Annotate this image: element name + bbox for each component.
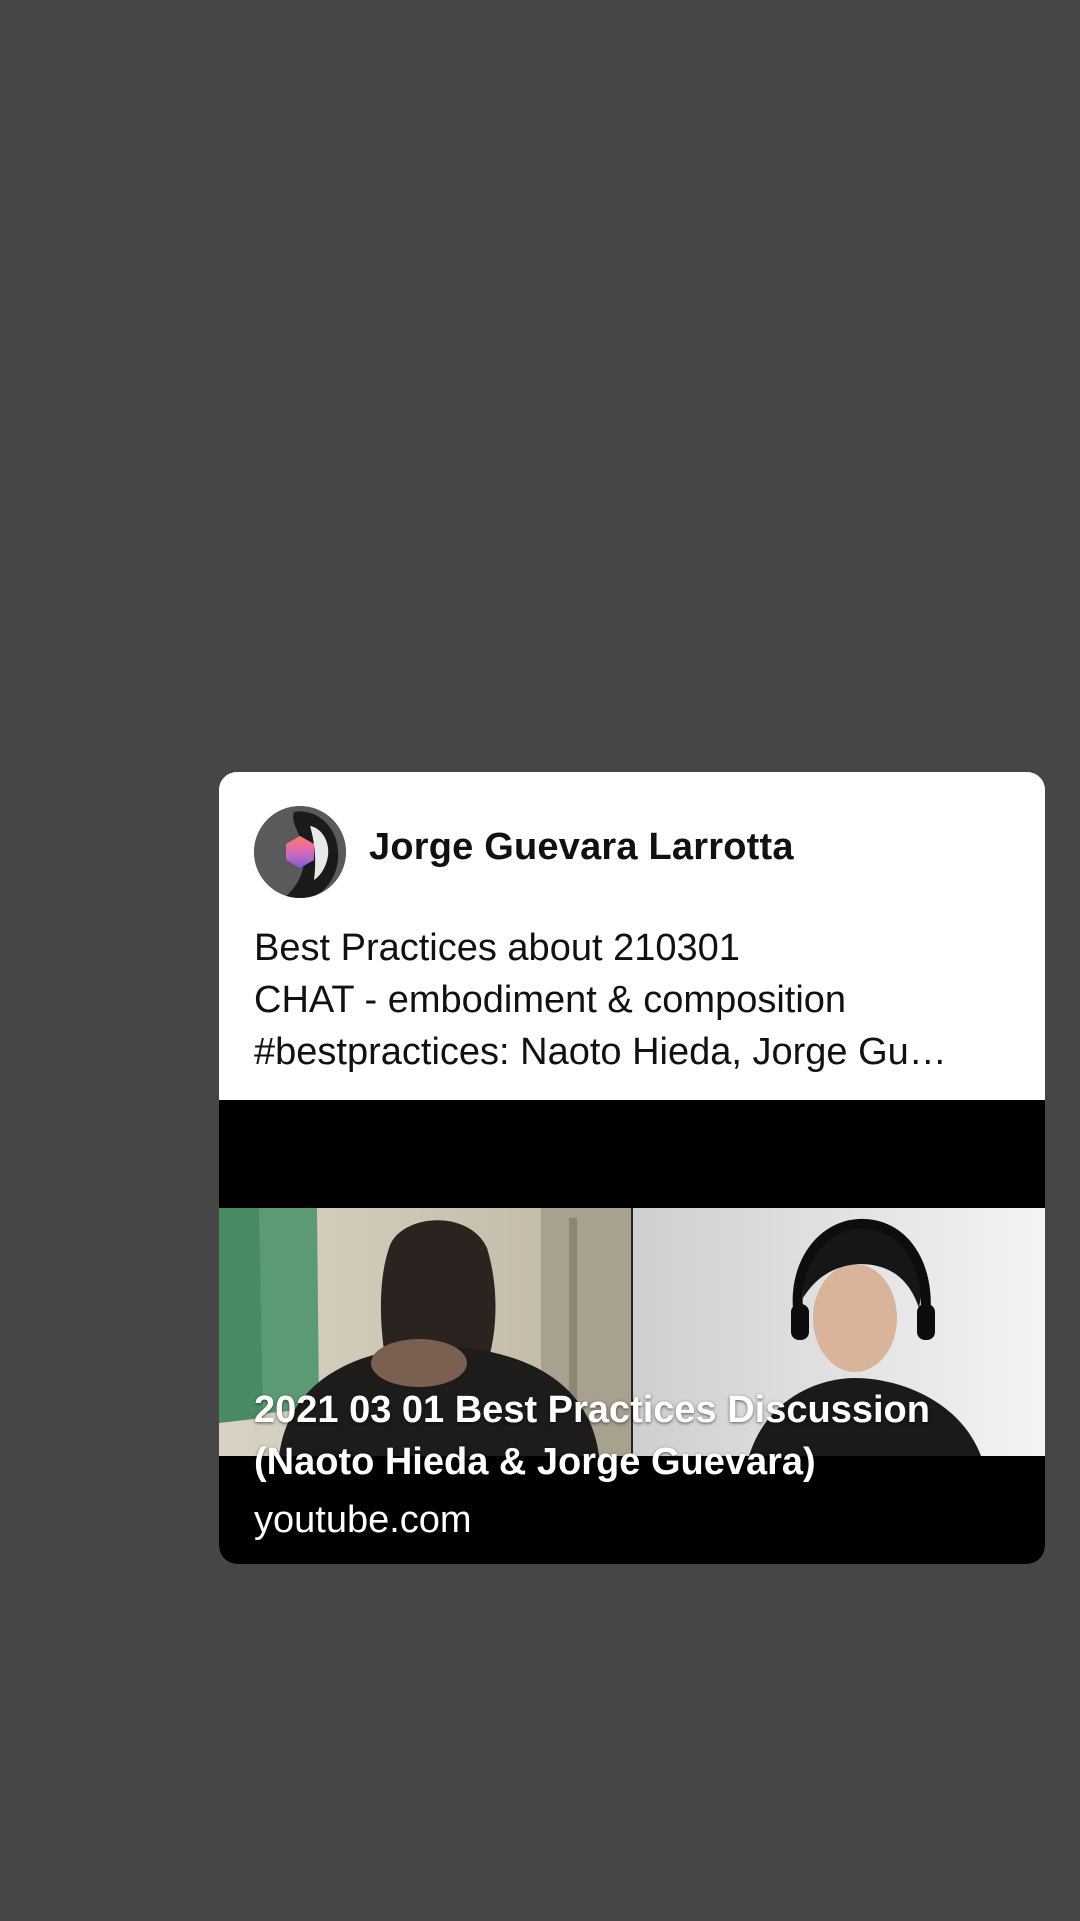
post-text-line: Best Practices about 210301 [254, 927, 740, 969]
link-domain: youtube.com [254, 1499, 472, 1541]
post-header: Jorge Guevara Larrotta Best Practices ab… [219, 772, 1045, 1100]
link-title[interactable]: 2021 03 01 Best Practices Discussion (Na… [254, 1384, 1024, 1488]
link-title-line: (Naoto Hieda & Jorge Guevara) [254, 1441, 816, 1483]
link-caption: 2021 03 01 Best Practices Discussion (Na… [254, 1384, 1024, 1544]
post-text: Best Practices about 210301 CHAT - embod… [254, 922, 1014, 1078]
profile-avatar-icon[interactable] [254, 806, 346, 898]
link-preview[interactable]: 2021 03 01 Best Practices Discussion (Na… [219, 1100, 1045, 1564]
post-card[interactable]: Jorge Guevara Larrotta Best Practices ab… [219, 772, 1045, 1564]
post-text-line: CHAT - embodiment & composition [254, 979, 847, 1021]
author-name[interactable]: Jorge Guevara Larrotta [369, 826, 794, 869]
link-title-line: 2021 03 01 Best Practices Discussion [254, 1389, 930, 1431]
post-text-line: #bestpractices: Naoto Hieda, Jorge Gu… [254, 1031, 947, 1073]
